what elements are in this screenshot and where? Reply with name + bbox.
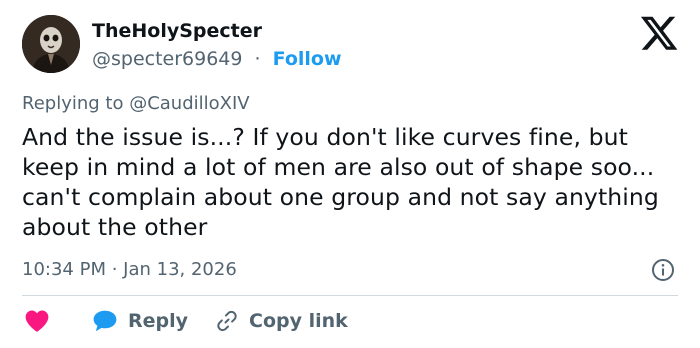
action-bar: Reply Copy link: [22, 308, 678, 334]
user-handle[interactable]: @specter69649: [92, 48, 243, 70]
copy-link-button[interactable]: Copy link: [215, 308, 348, 334]
heart-icon: [25, 310, 49, 332]
divider: [22, 295, 678, 296]
speech-bubble-icon: [93, 310, 117, 332]
x-logo-icon[interactable]: [640, 16, 678, 50]
reply-mention-link[interactable]: @CaudilloXIV: [129, 93, 249, 114]
info-icon[interactable]: [651, 258, 675, 282]
tweet-text: And the issue is...? If you don't like c…: [22, 123, 659, 241]
follow-button[interactable]: Follow: [273, 48, 342, 70]
link-icon: [217, 310, 237, 332]
replying-prefix: Replying to: [22, 93, 130, 114]
reply-label: Reply: [128, 310, 189, 332]
avatar-image: [22, 15, 80, 73]
tweet-timestamp[interactable]: 10:34 PM · Jan 13, 2026: [22, 259, 237, 280]
like-button[interactable]: [24, 308, 50, 334]
info-glyph: [652, 259, 674, 281]
handle-separator: ·: [254, 48, 261, 70]
reply-button[interactable]: Reply: [92, 308, 188, 334]
x-logo-glyph: [640, 16, 678, 50]
avatar[interactable]: [22, 15, 80, 73]
handle-row: @specter69649 · Follow: [92, 48, 342, 70]
replying-to: Replying to @CaudilloXIV: [22, 93, 250, 114]
tweet-card: TheHolySpecter @specter69649 · Follow Re…: [0, 0, 700, 348]
copy-link-label: Copy link: [249, 310, 348, 332]
display-name[interactable]: TheHolySpecter: [92, 20, 262, 42]
